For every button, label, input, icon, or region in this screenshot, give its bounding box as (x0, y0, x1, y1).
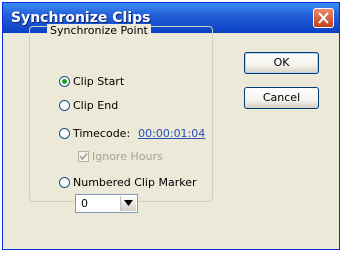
dropdown-arrow-icon (124, 200, 133, 206)
ignore-hours-option[interactable]: Ignore Hours (78, 149, 163, 163)
clip-start-label: Clip Start (73, 74, 125, 88)
timecode-radio[interactable] (59, 127, 70, 139)
ignore-hours-label: Ignore Hours (92, 149, 163, 163)
timecode-option[interactable]: Timecode: 00:00:01:04 (59, 125, 205, 141)
cancel-button[interactable]: Cancel (244, 87, 319, 109)
timecode-value[interactable]: 00:00:01:04 (138, 127, 205, 140)
marker-number-value: 0 (81, 197, 88, 210)
timecode-label: Timecode: (73, 126, 131, 140)
dropdown-button[interactable] (120, 196, 136, 211)
ok-button[interactable]: OK (244, 52, 319, 74)
close-button[interactable] (313, 8, 334, 28)
clip-end-radio[interactable] (59, 99, 70, 111)
marker-number-select[interactable]: 0 (75, 194, 138, 213)
checkmark-icon (79, 152, 88, 160)
clip-end-label: Clip End (73, 98, 119, 112)
numbered-marker-label: Numbered Clip Marker (73, 175, 197, 189)
clip-end-option[interactable]: Clip End (59, 97, 118, 113)
clip-start-radio[interactable] (59, 75, 70, 87)
ignore-hours-checkbox[interactable] (78, 150, 89, 162)
numbered-marker-option[interactable]: Numbered Clip Marker (59, 174, 197, 190)
numbered-marker-radio[interactable] (59, 176, 70, 188)
close-icon (318, 12, 329, 24)
clip-start-option[interactable]: Clip Start (59, 73, 124, 89)
group-label: Synchronize Point (47, 24, 151, 37)
